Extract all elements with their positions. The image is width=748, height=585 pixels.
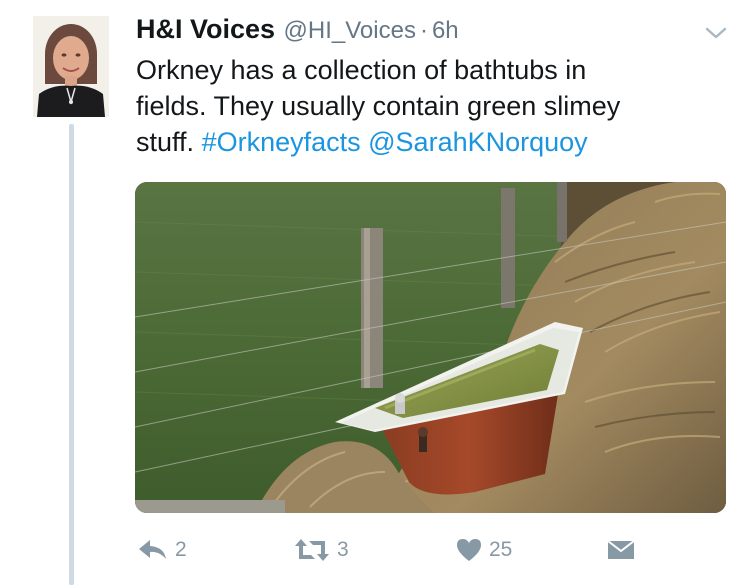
separator-dot: · bbox=[419, 17, 428, 44]
tweet-header: H&I Voices @HI_Voices · 6h bbox=[136, 14, 459, 48]
author-handle[interactable]: @HI_Voices bbox=[284, 17, 416, 44]
tweet-text-fragment: stuff. bbox=[136, 127, 195, 157]
retweet-count: 3 bbox=[337, 538, 349, 561]
direct-message-button[interactable] bbox=[607, 530, 635, 570]
hashtag-link[interactable]: #Orkneyfacts bbox=[202, 127, 361, 157]
tweet-actions: 2 3 25 bbox=[0, 530, 748, 570]
chevron-down-icon[interactable] bbox=[704, 24, 728, 42]
thread-line bbox=[69, 124, 74, 585]
heart-icon bbox=[457, 539, 481, 561]
reply-count: 2 bbox=[175, 538, 187, 561]
reply-icon bbox=[139, 540, 166, 559]
envelope-icon bbox=[607, 540, 635, 559]
avatar[interactable] bbox=[33, 16, 109, 117]
tweet-photo[interactable] bbox=[135, 182, 726, 513]
retweet-icon bbox=[295, 539, 329, 561]
tweet-text-line: Orkney has a collection of bathtubs in bbox=[136, 55, 587, 85]
author-name[interactable]: H&I Voices bbox=[136, 14, 275, 44]
tweet[interactable]: H&I Voices @HI_Voices · 6h Orkney has a co… bbox=[0, 0, 748, 585]
like-button[interactable]: 25 bbox=[455, 530, 512, 570]
tweet-text: Orkney has a collection of bathtubs in f… bbox=[136, 52, 726, 160]
tweet-text-line: stuff. #Orkneyfacts @SarahKNorquoy bbox=[136, 124, 726, 160]
retweet-button[interactable]: 3 bbox=[293, 530, 349, 570]
reply-button[interactable]: 2 bbox=[137, 530, 187, 570]
tweet-text-line: fields. They usually contain green slime… bbox=[136, 91, 621, 121]
timestamp[interactable]: 6h bbox=[432, 17, 459, 44]
like-count: 25 bbox=[489, 538, 513, 561]
mention-link[interactable]: @SarahKNorquoy bbox=[368, 127, 588, 157]
